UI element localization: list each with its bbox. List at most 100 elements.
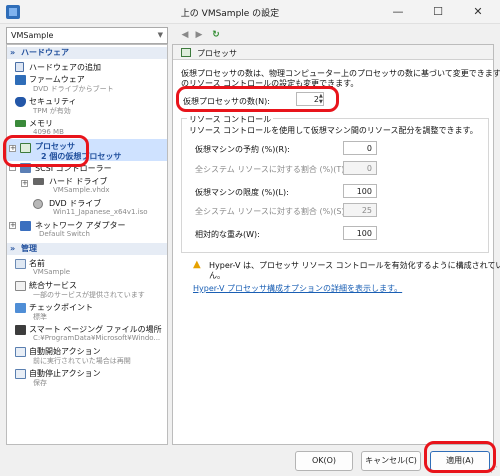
hard-drive-icon	[33, 178, 44, 185]
warning-text-1: Hyper-V は、プロセッサ リソース コントロールを有効化するように構成され…	[209, 261, 500, 270]
limit-value: 100	[356, 187, 372, 196]
limit-total-input: 25	[343, 203, 377, 217]
panel-title: プロセッサ	[197, 49, 237, 58]
sidebar-item-scsi[interactable]: − SCSI コントローラー	[7, 162, 167, 174]
chevron-down-icon: ▼	[157, 31, 163, 39]
reserve-label: 仮想マシンの予約 (%)(R):	[195, 145, 290, 154]
settings-app-icon	[6, 5, 20, 19]
expand-icon[interactable]: +	[9, 145, 16, 152]
limit-input[interactable]: 100	[343, 184, 377, 198]
name-icon	[15, 259, 26, 269]
window-title: 上の VMSample の設定	[180, 9, 280, 19]
sidebar-item-integration[interactable]: 統合サービス 一部のサービスが提供されています	[7, 279, 167, 299]
sidebar-item-add-hardware[interactable]: ハードウェアの追加	[7, 61, 167, 73]
maximize-button[interactable]: ☐	[418, 0, 458, 24]
sidebar-item-auto-stop[interactable]: 自動停止アクション 保存	[7, 367, 167, 387]
network-sub: Default Switch	[39, 230, 90, 238]
processor-settings-panel: プロセッサ 仮想プロセッサの数は、物理コンピューター上のプロセッサの数に基づいて…	[172, 44, 500, 445]
limit-label: 仮想マシンの限度 (%)(L):	[195, 188, 289, 197]
cancel-button[interactable]: キャンセル(C)	[361, 451, 421, 471]
scsi-label: SCSI コントローラー	[35, 164, 112, 173]
vproc-label: 仮想プロセッサの数(N):	[183, 97, 270, 106]
network-adapter-icon	[20, 221, 31, 231]
auto-stop-icon	[15, 369, 26, 379]
resource-control-title: リソース コントロール	[187, 114, 274, 125]
sidebar-item-auto-start[interactable]: 自動開始アクション 前に実行されていた場合は再開	[7, 345, 167, 365]
firmware-sub: DVD ドライブからブート	[33, 85, 114, 93]
expand-icon[interactable]: +	[21, 180, 28, 187]
management-section-header[interactable]: » 管理	[7, 243, 167, 255]
integration-services-icon	[15, 281, 26, 291]
minimize-button[interactable]: —	[378, 0, 418, 24]
shield-icon	[15, 97, 26, 107]
weight-value: 100	[356, 229, 372, 238]
sidebar-item-memory[interactable]: メモリ 4096 MB	[7, 117, 167, 137]
controller-icon	[20, 163, 31, 173]
vproc-stepper[interactable]: ▲ ▼	[319, 93, 323, 105]
checkpoint-icon	[15, 303, 26, 313]
firmware-icon	[15, 75, 26, 85]
weight-label: 相対的な重み(W):	[195, 230, 260, 239]
vm-select-value: VMSample	[11, 31, 54, 40]
reserve-total-label: 全システム リソースに対する割合 (%)(T):	[195, 165, 348, 174]
sidebar-item-paging[interactable]: スマート ページング ファイルの場所 C:¥ProgramData¥Micros…	[7, 323, 167, 343]
expand-icon[interactable]: +	[9, 222, 16, 229]
add-hardware-icon	[15, 62, 24, 72]
memory-sub: 4096 MB	[33, 128, 64, 136]
resource-control-description: リソース コントロールを使用して仮想マシン間のリソース配分を調整できます。	[189, 126, 478, 135]
weight-input[interactable]: 100	[343, 226, 377, 240]
sidebar-item-network[interactable]: + ネットワーク アダプター Default Switch	[7, 219, 167, 239]
checkpoints-sub: 標準	[33, 313, 47, 321]
processor-icon	[20, 143, 31, 153]
settings-sidebar: » ハードウェア ハードウェアの追加 ファームウェア DVD ドライブからブート…	[6, 44, 168, 445]
limit-total-label: 全システム リソースに対する割合 (%)(S):	[195, 207, 348, 216]
integration-sub: 一部のサービスが提供されています	[33, 291, 145, 299]
auto-start-sub: 前に実行されていた場合は再開	[33, 357, 131, 365]
back-button[interactable]: ◀	[178, 28, 192, 42]
sidebar-item-security[interactable]: セキュリティ TPM が有効	[7, 95, 167, 115]
panel-header: プロセッサ	[173, 45, 493, 60]
collapse-icon: »	[10, 244, 16, 253]
management-header-label: 管理	[21, 244, 37, 253]
vm-select[interactable]: VMSample ▼	[6, 27, 168, 44]
auto-stop-sub: 保存	[33, 379, 47, 387]
auto-start-icon	[15, 347, 26, 357]
collapse-icon: »	[10, 48, 16, 57]
processor-icon	[181, 48, 191, 57]
apply-button[interactable]: 適用(A)	[430, 451, 490, 471]
close-button[interactable]: ✕	[458, 0, 498, 24]
limit-total-value: 25	[361, 206, 372, 215]
reserve-total-input: 0	[343, 161, 377, 175]
security-sub: TPM が有効	[33, 107, 71, 115]
forward-button[interactable]: ▶	[192, 28, 206, 42]
collapse-icon[interactable]: −	[9, 164, 16, 171]
sidebar-item-hard-drive[interactable]: + ハード ドライブ VMSample.vhdx	[7, 175, 167, 195]
sidebar-item-firmware[interactable]: ファームウェア DVD ドライブからブート	[7, 73, 167, 93]
paging-sub: C:¥ProgramData¥Microsoft¥Windo...	[33, 334, 161, 342]
hardware-section-header[interactable]: » ハードウェア	[7, 47, 167, 59]
hardware-header-label: ハードウェア	[21, 48, 69, 57]
reserve-total-value: 0	[366, 164, 372, 173]
warning-icon: ▲	[193, 259, 201, 270]
hard-drive-sub: VMSample.vhdx	[53, 186, 110, 194]
memory-icon	[15, 120, 26, 127]
panel-description-2: のリソース コントロールの設定も変更できます。	[181, 79, 359, 88]
dvd-drive-sub: Win11_Japanese_x64v1.iso	[53, 208, 148, 216]
reserve-value: 0	[366, 144, 372, 153]
ok-button[interactable]: OK(O)	[295, 451, 353, 471]
refresh-button[interactable]: ↻	[209, 28, 223, 42]
paging-file-icon	[15, 325, 26, 335]
disc-icon	[33, 199, 43, 209]
resize-grip-icon[interactable]: ⋰	[490, 465, 498, 474]
sidebar-item-name[interactable]: 名前 VMSample	[7, 257, 167, 277]
sidebar-item-processor[interactable]: + プロセッサ 2 個の仮想プロセッサ	[7, 139, 167, 161]
name-sub: VMSample	[33, 268, 71, 276]
reserve-input[interactable]: 0	[343, 141, 377, 155]
processor-options-link[interactable]: Hyper-V プロセッサ構成オプションの詳細を表示します。	[193, 283, 402, 294]
add-hardware-label: ハードウェアの追加	[29, 63, 101, 72]
processor-sub: 2 個の仮想プロセッサ	[41, 152, 122, 161]
warning-text-2: ん。	[209, 271, 225, 280]
sidebar-item-dvd-drive[interactable]: DVD ドライブ Win11_Japanese_x64v1.iso	[7, 197, 167, 217]
sidebar-item-checkpoints[interactable]: チェックポイント 標準	[7, 301, 167, 321]
title-bar: 上の VMSample の設定 — ☐ ✕	[0, 0, 500, 24]
